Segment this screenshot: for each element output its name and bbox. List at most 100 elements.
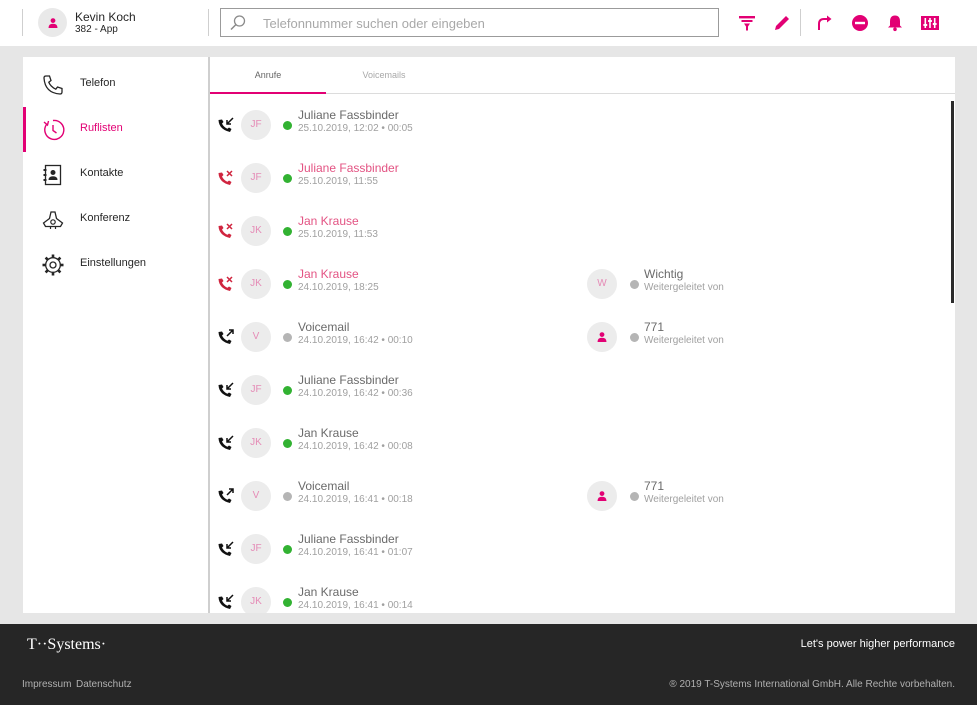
tagline: Let's power higher performance bbox=[800, 638, 955, 650]
tab-anrufe[interactable]: Anrufe bbox=[210, 57, 326, 94]
tab-voicemails[interactable]: Voicemails bbox=[326, 57, 442, 93]
forwarded-avatar: W bbox=[587, 269, 617, 299]
contact-avatar: JK bbox=[241, 428, 271, 458]
header-divider bbox=[208, 9, 209, 36]
user-extension: 382 - App bbox=[75, 24, 118, 35]
presence-dot bbox=[630, 492, 639, 501]
call-time: 25.10.2019, 12:02 • 00:05 bbox=[298, 123, 413, 134]
contact-avatar: V bbox=[241, 481, 271, 511]
call-row[interactable]: JF Juliane Fassbinder 24.10.2019, 16:42 … bbox=[210, 366, 950, 419]
sidebar-item-konferenz[interactable]: Konferenz bbox=[23, 197, 208, 242]
sidebar: Telefon Ruflisten Kontakte Konferenz Ein… bbox=[23, 57, 208, 613]
sidebar-item-kontakte[interactable]: Kontakte bbox=[23, 152, 208, 197]
contact-avatar: JF bbox=[241, 163, 271, 193]
header-divider bbox=[22, 9, 23, 36]
filter-icon bbox=[739, 16, 755, 31]
bell-icon bbox=[888, 15, 902, 32]
call-time: 24.10.2019, 16:42 • 00:36 bbox=[298, 388, 413, 399]
missed-call-icon bbox=[218, 170, 233, 185]
caller-name: Jan Krause bbox=[298, 426, 359, 440]
outgoing-call-icon bbox=[218, 329, 234, 344]
scrollbar[interactable] bbox=[951, 101, 954, 303]
forwarded-avatar bbox=[587, 481, 617, 511]
call-row[interactable]: JF Juliane Fassbinder 24.10.2019, 16:41 … bbox=[210, 525, 950, 578]
page-footer: T··Systems· Let's power higher performan… bbox=[0, 624, 977, 705]
sidebar-item-label: Kontakte bbox=[80, 167, 124, 179]
missed-call-icon bbox=[218, 223, 233, 238]
filter-button[interactable] bbox=[736, 12, 758, 34]
sidebar-item-label: Einstellungen bbox=[80, 257, 147, 269]
search-icon bbox=[230, 15, 246, 31]
user-name: Kevin Koch bbox=[75, 10, 136, 24]
contact-avatar: JF bbox=[241, 534, 271, 564]
do-not-disturb-icon bbox=[852, 15, 868, 31]
sidebar-item-ruflisten[interactable]: Ruflisten bbox=[23, 107, 208, 152]
forwarded-label: Weitergeleitet von bbox=[644, 282, 724, 293]
call-row[interactable]: JF Juliane Fassbinder 25.10.2019, 11:55 bbox=[210, 154, 950, 207]
contact-avatar: JK bbox=[241, 587, 271, 613]
outgoing-call-icon bbox=[218, 488, 234, 503]
sidebar-item-label: Konferenz bbox=[80, 212, 131, 224]
forwarded-label: Weitergeleitet von bbox=[644, 494, 724, 505]
conference-phone-icon bbox=[42, 211, 64, 229]
caller-name: Juliane Fassbinder bbox=[298, 161, 399, 175]
call-row[interactable]: JK Jan Krause 24.10.2019, 16:41 • 00:14 bbox=[210, 578, 950, 613]
call-time: 24.10.2019, 16:42 • 00:10 bbox=[298, 335, 413, 346]
copyright: ® 2019 T-Systems International GmbH. All… bbox=[669, 679, 955, 690]
call-row[interactable]: JK Jan Krause 24.10.2019, 16:42 • 00:08 bbox=[210, 419, 950, 472]
caller-name: Jan Krause bbox=[298, 585, 359, 599]
forwarded-name: 771 bbox=[644, 479, 665, 493]
caller-name: Juliane Fassbinder bbox=[298, 532, 399, 546]
datenschutz-link[interactable]: Datenschutz bbox=[76, 679, 132, 690]
gear-icon bbox=[42, 254, 64, 276]
incoming-call-icon bbox=[218, 435, 234, 450]
presence-dot bbox=[283, 439, 292, 448]
user-avatar[interactable] bbox=[38, 8, 67, 37]
call-forward-icon bbox=[818, 15, 832, 30]
do-not-disturb-button[interactable] bbox=[849, 12, 871, 34]
contact-avatar: JK bbox=[241, 216, 271, 246]
missed-call-icon bbox=[218, 276, 233, 291]
active-indicator bbox=[23, 107, 26, 152]
incoming-call-icon bbox=[218, 541, 234, 556]
call-row[interactable]: V Voicemail 24.10.2019, 16:41 • 00:18 77… bbox=[210, 472, 950, 525]
call-time: 24.10.2019, 16:41 • 00:18 bbox=[298, 494, 413, 505]
call-time: 25.10.2019, 11:53 bbox=[298, 229, 378, 240]
caller-name: Juliane Fassbinder bbox=[298, 373, 399, 387]
equalizer-icon bbox=[921, 16, 939, 30]
presence-dot bbox=[630, 333, 639, 342]
call-row[interactable]: JK Jan Krause 25.10.2019, 11:53 bbox=[210, 207, 950, 260]
contact-avatar: JF bbox=[241, 375, 271, 405]
impressum-link[interactable]: Impressum bbox=[22, 679, 71, 690]
person-icon bbox=[597, 332, 607, 342]
person-icon bbox=[597, 491, 607, 501]
sidebar-item-einstellungen[interactable]: Einstellungen bbox=[23, 242, 208, 287]
caller-name: Voicemail bbox=[298, 479, 350, 493]
sidebar-item-label: Ruflisten bbox=[80, 122, 123, 134]
edit-button[interactable] bbox=[771, 12, 793, 34]
call-time: 24.10.2019, 16:41 • 00:14 bbox=[298, 600, 413, 611]
person-icon bbox=[48, 17, 57, 28]
forwarded-name: 771 bbox=[644, 320, 665, 334]
call-time: 24.10.2019, 16:42 • 00:08 bbox=[298, 441, 413, 452]
header-divider bbox=[800, 9, 801, 36]
caller-name: Juliane Fassbinder bbox=[298, 108, 399, 122]
call-row[interactable]: JF Juliane Fassbinder 25.10.2019, 12:02 … bbox=[210, 101, 950, 154]
call-row[interactable]: V Voicemail 24.10.2019, 16:42 • 00:10 77… bbox=[210, 313, 950, 366]
sidebar-item-telefon[interactable]: Telefon bbox=[23, 62, 208, 107]
call-time: 24.10.2019, 16:41 • 01:07 bbox=[298, 547, 413, 558]
forwarded-avatar bbox=[587, 322, 617, 352]
phone-icon bbox=[43, 75, 63, 95]
audio-settings-button[interactable] bbox=[919, 12, 941, 34]
presence-dot bbox=[283, 121, 292, 130]
call-forward-button[interactable] bbox=[814, 12, 836, 34]
notifications-button[interactable] bbox=[884, 12, 906, 34]
call-row[interactable]: JK Jan Krause 24.10.2019, 18:25 W Wichti… bbox=[210, 260, 950, 313]
presence-dot bbox=[283, 492, 292, 501]
forwarded-label: Weitergeleitet von bbox=[644, 335, 724, 346]
pencil-icon bbox=[775, 16, 789, 30]
app-header: Kevin Koch 382 - App bbox=[0, 0, 977, 46]
history-clock-icon bbox=[43, 119, 65, 141]
search-input[interactable] bbox=[263, 13, 703, 33]
contact-avatar: V bbox=[241, 322, 271, 352]
